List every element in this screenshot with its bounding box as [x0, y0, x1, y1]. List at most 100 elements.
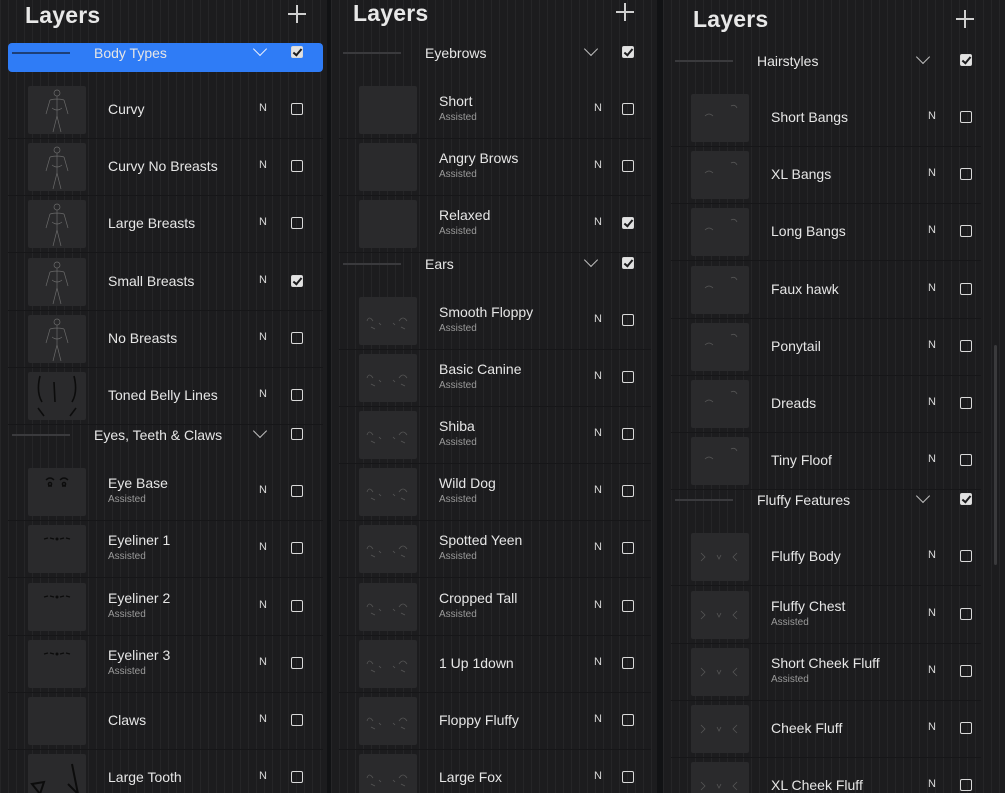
layer-visibility-checkbox[interactable]: [291, 599, 303, 612]
blend-mode-label[interactable]: N: [259, 331, 267, 343]
layer-visibility-checkbox[interactable]: [291, 656, 303, 669]
layer-visibility-checkbox[interactable]: [622, 771, 634, 784]
layer-thumbnail[interactable]: [359, 582, 417, 631]
layer-row[interactable]: XL Bangs N: [671, 147, 981, 205]
layer-row[interactable]: Floppy Fluffy N: [339, 693, 651, 750]
layer-visibility-checkbox[interactable]: [291, 160, 303, 173]
group-visibility-checkbox[interactable]: [960, 493, 972, 506]
layer-row[interactable]: Ponytail N: [671, 319, 981, 376]
layer-visibility-checkbox[interactable]: [622, 542, 634, 555]
layer-visibility-checkbox[interactable]: [960, 550, 972, 563]
layer-thumbnail[interactable]: [359, 468, 417, 517]
layer-thumbnail[interactable]: [28, 200, 86, 249]
layer-row[interactable]: Eyeliner 3 Assisted N: [8, 636, 323, 693]
layer-group[interactable]: Ears: [339, 252, 651, 283]
add-layer-plus-icon[interactable]: [956, 10, 974, 28]
layer-row[interactable]: Shiba Assisted N: [339, 407, 651, 464]
layer-visibility-checkbox[interactable]: [960, 607, 972, 620]
layer-visibility-checkbox[interactable]: [291, 331, 303, 344]
blend-mode-label[interactable]: N: [928, 339, 936, 351]
layer-row[interactable]: 1 Up 1down N: [339, 636, 651, 693]
blend-mode-label[interactable]: N: [928, 282, 936, 294]
chevron-down-icon[interactable]: [583, 252, 599, 267]
layer-visibility-checkbox[interactable]: [960, 664, 972, 677]
chevron-down-icon[interactable]: [252, 424, 268, 439]
layer-thumbnail[interactable]: [359, 353, 417, 402]
layer-row[interactable]: Large Fox N: [339, 750, 651, 793]
blend-mode-label[interactable]: N: [928, 167, 936, 179]
layer-row[interactable]: Spotted Yeen Assisted N: [339, 521, 651, 579]
layer-thumbnail[interactable]: [691, 647, 749, 696]
layer-group[interactable]: Eyes, Teeth & Claws: [8, 424, 323, 454]
layer-row[interactable]: Toned Belly Lines N: [8, 368, 323, 425]
layer-visibility-checkbox[interactable]: [622, 656, 634, 669]
chevron-down-icon[interactable]: [915, 489, 931, 504]
layer-visibility-checkbox[interactable]: [622, 370, 634, 383]
blend-mode-label[interactable]: N: [928, 224, 936, 236]
layer-row[interactable]: No Breasts N: [8, 311, 323, 368]
layer-row[interactable]: Smooth Floppy Assisted N: [339, 293, 651, 350]
layer-visibility-checkbox[interactable]: [291, 274, 303, 287]
layer-row[interactable]: Short Cheek Fluff Assisted N: [671, 644, 981, 701]
layer-row[interactable]: Short Assisted N: [339, 82, 651, 139]
blend-mode-label[interactable]: N: [259, 484, 267, 496]
layer-visibility-checkbox[interactable]: [622, 217, 634, 230]
layer-visibility-checkbox[interactable]: [960, 282, 972, 295]
blend-mode-label[interactable]: N: [259, 770, 267, 782]
layer-row[interactable]: Eyeliner 2 Assisted N: [8, 579, 323, 636]
layer-row[interactable]: Fluffy Chest Assisted N: [671, 587, 981, 644]
blend-mode-label[interactable]: N: [259, 216, 267, 228]
layer-visibility-checkbox[interactable]: [291, 389, 303, 401]
blend-mode-label[interactable]: N: [594, 159, 602, 171]
blend-mode-label[interactable]: N: [259, 102, 267, 114]
layer-row[interactable]: Relaxed Assisted N: [339, 196, 651, 254]
layer-row[interactable]: Fluffy Body N: [671, 529, 981, 587]
layer-thumbnail[interactable]: [28, 86, 86, 134]
layer-thumbnail[interactable]: [28, 754, 86, 793]
blend-mode-label[interactable]: N: [259, 159, 267, 171]
layer-thumbnail[interactable]: [28, 372, 86, 420]
layer-group[interactable]: Body Types: [8, 41, 323, 72]
layer-row[interactable]: Wild Dog Assisted N: [339, 464, 651, 522]
layer-thumbnail[interactable]: [359, 86, 417, 134]
layer-row[interactable]: Cropped Tall Assisted N: [339, 579, 651, 636]
layer-row[interactable]: Angry Brows Assisted N: [339, 139, 651, 197]
layer-visibility-checkbox[interactable]: [622, 714, 634, 726]
layer-visibility-checkbox[interactable]: [960, 111, 972, 123]
group-visibility-checkbox[interactable]: [291, 46, 303, 58]
blend-mode-label[interactable]: N: [928, 396, 936, 408]
layer-visibility-checkbox[interactable]: [622, 428, 634, 440]
layer-thumbnail[interactable]: [691, 208, 749, 257]
layer-visibility-checkbox[interactable]: [960, 779, 972, 792]
blend-mode-label[interactable]: N: [259, 274, 267, 286]
layer-visibility-checkbox[interactable]: [960, 225, 972, 238]
layer-thumbnail[interactable]: [691, 380, 749, 428]
chevron-down-icon[interactable]: [583, 41, 599, 57]
blend-mode-label[interactable]: N: [259, 541, 267, 553]
layer-thumbnail[interactable]: [28, 582, 86, 631]
layer-row[interactable]: Curvy N: [8, 82, 323, 139]
layer-row[interactable]: Tiny Floof N: [671, 433, 981, 491]
blend-mode-label[interactable]: N: [594, 656, 602, 668]
layer-thumbnail[interactable]: [28, 468, 86, 517]
layer-row[interactable]: XL Cheek Fluff N: [671, 758, 981, 793]
blend-mode-label[interactable]: N: [594, 216, 602, 228]
chevron-down-icon[interactable]: [252, 41, 268, 57]
layer-thumbnail[interactable]: [359, 411, 417, 459]
layer-visibility-checkbox[interactable]: [622, 160, 634, 173]
layer-visibility-checkbox[interactable]: [622, 103, 634, 115]
blend-mode-label[interactable]: N: [594, 541, 602, 553]
blend-mode-label[interactable]: N: [928, 549, 936, 561]
layer-row[interactable]: Eye Base Assisted N: [8, 464, 323, 522]
layer-thumbnail[interactable]: [28, 525, 86, 574]
group-visibility-checkbox[interactable]: [291, 428, 303, 441]
layer-row[interactable]: Eyeliner 1 Assisted N: [8, 521, 323, 579]
layer-visibility-checkbox[interactable]: [291, 714, 303, 726]
layer-thumbnail[interactable]: [359, 296, 417, 345]
layer-thumbnail[interactable]: [691, 705, 749, 753]
layer-row[interactable]: Claws N: [8, 693, 323, 750]
blend-mode-label[interactable]: N: [928, 721, 936, 733]
layer-visibility-checkbox[interactable]: [622, 599, 634, 612]
layer-visibility-checkbox[interactable]: [291, 103, 303, 115]
blend-mode-label[interactable]: N: [594, 599, 602, 611]
